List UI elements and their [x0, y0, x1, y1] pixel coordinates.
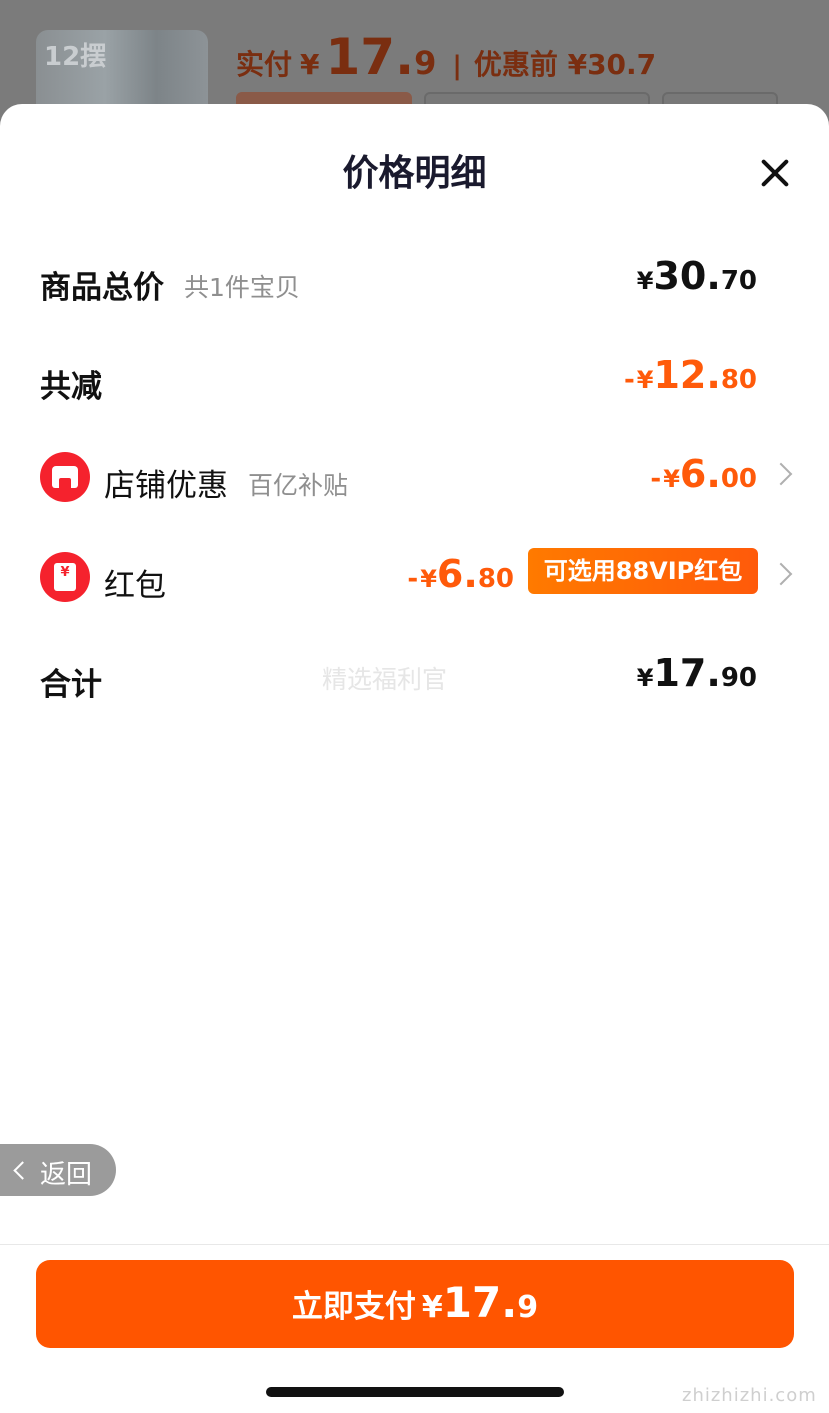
row-item-total: 商品总价 共1件宝贝 ¥ 30. 70 [0, 252, 829, 312]
amount-int: 12. [653, 353, 721, 397]
paid-amount-int: 17. [325, 28, 415, 86]
close-icon[interactable] [754, 152, 796, 194]
currency-symbol: ¥ [421, 1290, 443, 1325]
shop-discount-label: 店铺优惠 [104, 468, 228, 504]
sum-amount: ¥ 17. 90 [637, 651, 757, 695]
before-discount-price: 优惠前 ¥30.7 [473, 48, 657, 81]
amount-int: 6. [436, 552, 478, 596]
reduction-amount: - ¥ 12. 80 [624, 353, 757, 397]
shop-discount-amount: - ¥ 6. 00 [650, 452, 757, 496]
reduction-label: 共减 [40, 369, 102, 405]
amount-int: 17. [442, 1278, 518, 1327]
chevron-right-icon[interactable] [769, 562, 793, 586]
sum-label: 合计 [40, 667, 102, 703]
minus-sign: - [407, 564, 419, 594]
amount-dec: 70 [720, 266, 757, 296]
amount-int: 17. [653, 651, 721, 695]
amount-dec: 80 [477, 564, 514, 594]
chevron-right-icon[interactable] [769, 462, 793, 486]
red-packet-amount: - ¥ 6. 80 [407, 552, 514, 596]
currency-symbol: ¥ [636, 664, 654, 692]
vip-red-packet-badge[interactable]: 可选用88VIP红包 [528, 548, 758, 594]
sheet-title: 价格明细 [342, 153, 487, 194]
back-button[interactable]: 返回 [0, 1144, 116, 1196]
amount-dec: 00 [720, 464, 757, 494]
currency-symbol: ¥ [420, 565, 437, 593]
red-packet-icon: ¥ [40, 552, 90, 602]
price-detail-sheet: 价格明细 商品总价 共1件宝贝 ¥ 30. 70 共减 - ¥ 12. 80 店… [0, 104, 829, 1413]
amount-dec: 80 [720, 365, 757, 395]
shop-discount-sub: 百亿补贴 [248, 471, 349, 500]
currency-symbol: ¥ [636, 267, 654, 295]
thumbnail-label: 12摆 [44, 42, 107, 72]
row-total-reduction: 共减 - ¥ 12. 80 [0, 351, 829, 411]
amount-int: 6. [679, 452, 721, 496]
minus-sign: - [623, 365, 635, 395]
chevron-left-icon [13, 1161, 32, 1180]
amount-dec: 9 [517, 1290, 539, 1325]
paid-currency: ¥ [300, 48, 320, 81]
red-packet-label: 红包 [104, 568, 166, 604]
total-label: 商品总价 [40, 270, 164, 306]
background-price-summary: 实付 ¥ 17. 9 | 优惠前 ¥30.7 [236, 28, 656, 86]
paid-label: 实付 [236, 48, 293, 81]
shop-icon [40, 452, 90, 502]
pay-now-button[interactable]: 立即支付 ¥ 17. 9 [36, 1260, 794, 1348]
item-count: 共1件宝贝 [184, 273, 300, 302]
red-packet-icon-glyph: ¥ [60, 565, 70, 580]
currency-symbol: ¥ [663, 465, 680, 493]
paid-amount-dec: 9 [414, 44, 437, 82]
row-red-packet[interactable]: ¥ 红包 - ¥ 6. 80 可选用88VIP红包 [0, 548, 829, 610]
home-indicator [266, 1387, 564, 1397]
site-watermark-domain: zhizhizhi.com [682, 1385, 817, 1406]
back-button-label: 返回 [40, 1160, 93, 1190]
amount-dec: 90 [720, 663, 757, 693]
footer-divider [0, 1244, 829, 1245]
amount-int: 30. [653, 254, 721, 298]
currency-symbol: ¥ [636, 366, 654, 394]
pay-button-label: 立即支付 [291, 1289, 416, 1325]
minus-sign: - [650, 464, 662, 494]
price-separator: | [452, 51, 462, 81]
total-amount: ¥ 30. 70 [637, 254, 757, 298]
row-shop-discount[interactable]: 店铺优惠 百亿补贴 - ¥ 6. 00 [0, 450, 829, 510]
watermark-text: 精选福利官 [322, 665, 448, 694]
